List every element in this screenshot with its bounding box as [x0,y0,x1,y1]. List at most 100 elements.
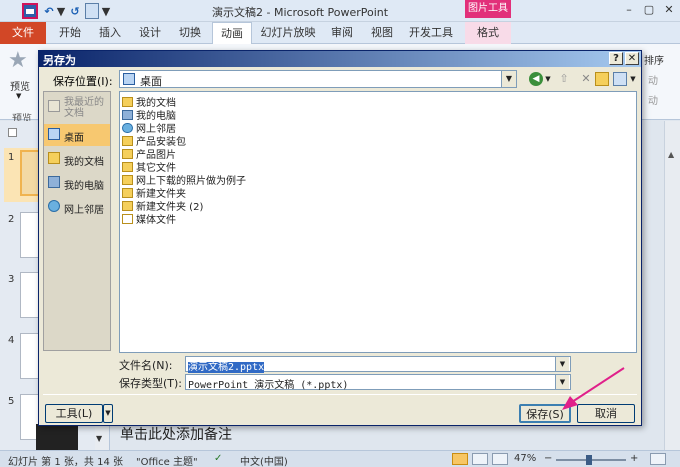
fit-to-window-button[interactable] [650,453,666,465]
tab-slideshow[interactable]: 幻灯片放映 [256,22,320,44]
customize-qat-dropdown-icon[interactable]: ▼ [101,3,111,19]
save-in-dropdown[interactable]: 桌面 ▼ [119,70,517,88]
slide-thumbnail[interactable] [20,150,40,196]
main-scrollbar[interactable] [664,121,680,450]
save-icon[interactable] [22,3,38,19]
context-tab-title: 图片工具 [465,0,511,18]
status-bar: 幻灯片 第 1 张，共 14 张 "Office 主题" ✓ 中文(中国) 47… [0,450,680,467]
redo-icon[interactable]: ↺ [68,3,82,19]
window-title: 演示文稿2 - Microsoft PowerPoint [212,6,389,19]
list-item[interactable]: 新建文件夹 (2) [122,198,203,213]
computer-icon [122,110,133,120]
spell-check-icon[interactable]: ✓ [214,453,226,464]
tab-review[interactable]: 审阅 [324,22,360,44]
tools-button[interactable]: 工具(L) [45,404,103,423]
back-dropdown-icon[interactable]: ▼ [544,72,552,86]
dialog-title-bar: 另存为 ? ✕ [39,51,641,67]
preview-dropdown-icon[interactable]: ▼ [16,92,21,100]
slide-thumbnail[interactable] [20,212,40,258]
language[interactable]: 中文(中国) [240,453,288,467]
slide-photo-thumbnail [36,424,78,450]
folder-icon [122,97,133,107]
save-type-label: 保存类型(T): [119,377,183,390]
zoom-in-button[interactable]: + [630,453,638,464]
network-icon [122,123,133,133]
tab-file[interactable]: 文件 [0,22,46,44]
file-list[interactable]: 我的文档 我的电脑 网上邻居 产品安装包 产品图片 其它文件 网上下载的照片做为… [119,91,637,353]
filename-value: 演示文稿2.pptx [188,362,265,373]
zoom-out-button[interactable]: − [544,453,552,464]
delete-icon[interactable]: ✕ [579,72,593,86]
close-window-button[interactable]: ✕ [660,2,678,18]
tab-transitions[interactable]: 切换 [172,22,208,44]
notes-placeholder[interactable]: 单击此处添加备注 [120,424,232,444]
desktop-icon [48,128,60,140]
preview-button-label[interactable]: 预览 [10,78,30,93]
tab-animations[interactable]: 动画 [212,22,252,44]
list-item[interactable]: 网上下载的照片做为例子 [122,172,246,187]
slide-thumbnail[interactable] [20,333,40,379]
scroll-down-icon[interactable]: ▼ [96,434,102,443]
undo-icon[interactable]: ↶ [42,3,56,19]
tab-view[interactable]: 视图 [364,22,400,44]
my-computer-icon [48,176,60,188]
zoom-level[interactable]: 47% [514,453,536,464]
chevron-down-icon[interactable]: ▼ [501,71,516,87]
recent-documents-icon [48,100,60,112]
undo-dropdown-icon[interactable]: ▼ [56,3,66,19]
save-in-value: 桌面 [140,75,162,88]
slide-number: 5 [8,396,15,407]
list-item[interactable]: 产品安装包 [122,133,186,148]
reorder-label[interactable]: 排序 [644,52,664,67]
pane-collapse-icon[interactable] [8,128,17,137]
ribbon-faded-label: 动 [648,96,658,107]
list-item[interactable]: 我的电脑 [122,107,176,122]
tab-format[interactable]: 格式 [465,22,511,44]
place-desktop[interactable]: 桌面 [44,124,110,146]
place-network[interactable]: 网上邻居 [44,196,110,218]
list-item[interactable]: 产品图片 [122,146,176,161]
slideshow-icon[interactable] [85,3,99,19]
list-item[interactable]: 媒体文件 [122,211,176,226]
zoom-slider-handle[interactable] [586,455,592,465]
chevron-down-icon[interactable]: ▼ [555,357,569,371]
up-folder-icon[interactable]: ⇧ [557,72,571,86]
dialog-close-button[interactable]: ✕ [625,52,639,65]
my-documents-icon [48,152,60,164]
views-icon[interactable] [613,72,627,86]
reading-view-button[interactable] [492,453,508,465]
slide-thumbnail[interactable] [20,272,40,318]
minimize-button[interactable]: – [620,2,638,18]
tab-developer[interactable]: 开发工具 [404,22,458,44]
scroll-up-icon[interactable]: ▲ [668,150,674,159]
normal-view-button[interactable] [452,453,468,465]
folder-icon [122,175,133,185]
list-item[interactable]: 网上邻居 [122,120,176,135]
views-dropdown-icon[interactable]: ▼ [629,72,637,86]
help-button[interactable]: ? [609,52,623,65]
slide-sorter-view-button[interactable] [472,453,488,465]
list-item[interactable]: 其它文件 [122,159,176,174]
maximize-button[interactable]: ▢ [640,2,658,18]
tools-dropdown-icon[interactable]: ▼ [103,404,113,423]
save-button[interactable]: 保存(S) [519,404,571,423]
folder-icon [122,201,133,211]
back-icon[interactable]: ◀ [529,72,543,86]
filename-input[interactable]: 演示文稿2.pptx [185,356,571,373]
tab-design[interactable]: 设计 [132,22,168,44]
slide-number: 4 [8,335,15,346]
slide-number: 3 [8,274,15,285]
new-folder-icon[interactable] [595,72,609,86]
chevron-down-icon[interactable]: ▼ [555,375,569,389]
list-item[interactable]: 新建文件夹 [122,185,186,200]
place-recent-documents[interactable]: 我最近的文档 [44,96,110,122]
place-my-documents[interactable]: 我的文档 [44,148,110,170]
tab-insert[interactable]: 插入 [92,22,128,44]
save-type-dropdown[interactable]: PowerPoint 演示文稿 (*.pptx) [185,374,571,391]
cancel-button[interactable]: 取消 [577,404,635,423]
list-item[interactable]: 我的文档 [122,94,176,109]
tab-home[interactable]: 开始 [50,22,90,44]
preview-star-icon[interactable]: ★ [8,48,28,73]
place-my-computer[interactable]: 我的电脑 [44,172,110,194]
slide-number: 2 [8,214,15,225]
